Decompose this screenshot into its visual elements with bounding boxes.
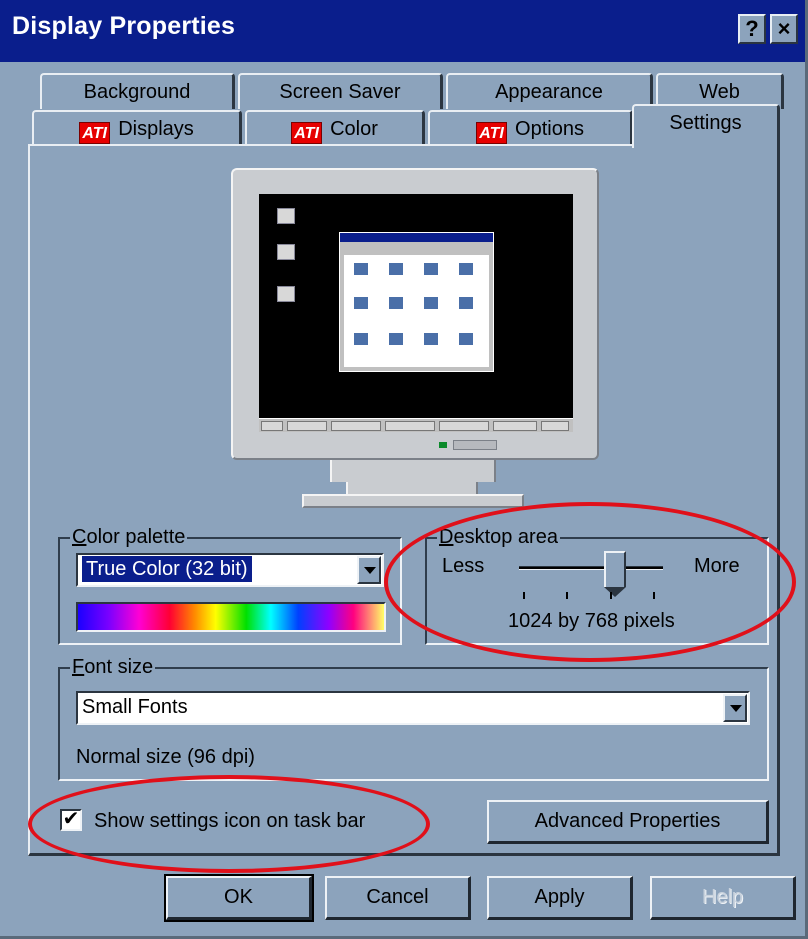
preview-folder-icon (389, 297, 403, 309)
preview-folder-icon (389, 333, 403, 345)
font-size-description: Normal size (96 dpi) (76, 746, 255, 768)
preview-folder-icon (424, 263, 438, 275)
font-size-value: Small Fonts (82, 696, 188, 718)
tab-options[interactable]: ATI Options (428, 110, 633, 146)
less-label: Less (442, 555, 485, 577)
slider-tick (610, 592, 612, 599)
chevron-down-icon[interactable] (357, 556, 381, 584)
tab-background[interactable]: Background (40, 73, 235, 109)
preview-tray (541, 421, 569, 431)
preview-taskbar (259, 418, 573, 432)
tab-appearance-label: Appearance (495, 81, 603, 103)
help-label: Help (701, 886, 744, 908)
preview-folder-icon (459, 333, 473, 345)
more-label: More (694, 555, 740, 577)
cancel-button[interactable]: Cancel (325, 876, 471, 920)
tab-background-label: Background (83, 81, 191, 103)
tab-settings-label: Settings (669, 112, 742, 134)
help-button-bottom: Help (650, 876, 796, 920)
ati-logo-icon: ATI (79, 122, 111, 144)
preview-task (385, 421, 435, 431)
preview-task (439, 421, 489, 431)
color-palette-label: Color palette (70, 526, 188, 548)
advanced-properties-button[interactable]: Advanced Properties (487, 800, 769, 844)
show-settings-icon-label[interactable]: Show settings icon on task bar (94, 810, 365, 832)
ati-logo-icon: ATI (291, 122, 323, 144)
font-size-select[interactable]: Small Fonts (76, 691, 750, 725)
tab-color-label: Color (330, 118, 378, 140)
ok-label: OK (224, 886, 253, 908)
tab-appearance[interactable]: Appearance (446, 73, 653, 109)
preview-folder-icon (354, 263, 368, 275)
preview-folder-icon (459, 263, 473, 275)
network-icon (277, 244, 295, 260)
font-size-label: Font size (70, 656, 156, 678)
preview-folder-icon (354, 333, 368, 345)
slider-tick (566, 592, 568, 599)
apply-button[interactable]: Apply (487, 876, 633, 920)
desktop-area-slider-track[interactable] (519, 566, 663, 570)
display-properties-window: Display Properties ? × Background Screen… (0, 0, 808, 939)
monitor-screen (259, 194, 573, 432)
preview-window-titlebar (340, 233, 493, 242)
my-computer-icon (277, 208, 295, 224)
tab-settings[interactable]: Settings (632, 104, 780, 148)
slider-tick (523, 592, 525, 599)
preview-folder-icon (459, 297, 473, 309)
color-spectrum-bar (76, 602, 386, 632)
close-button[interactable]: × (770, 14, 798, 44)
monitor-preview (231, 168, 599, 460)
desktop-area-label: Desktop area (437, 526, 560, 548)
title-bar[interactable]: Display Properties ? × (0, 0, 805, 62)
preview-start-button (261, 421, 283, 431)
monitor-button (453, 440, 497, 450)
show-settings-icon-checkbox[interactable]: ✔ (60, 809, 82, 831)
preview-folder-icon (424, 297, 438, 309)
chevron-down-icon[interactable] (723, 694, 747, 722)
preview-folder-icon (424, 333, 438, 345)
tab-options-label: Options (515, 118, 584, 140)
tab-displays[interactable]: ATI Displays (32, 110, 242, 146)
slider-tick (653, 592, 655, 599)
monitor-base (302, 494, 524, 508)
tab-color[interactable]: ATI Color (245, 110, 425, 146)
preview-folder-icon (354, 297, 368, 309)
tab-screen-saver-label: Screen Saver (279, 81, 401, 103)
tab-displays-label: Displays (118, 118, 194, 140)
window-title: Display Properties (12, 12, 236, 40)
desktop-area-slider-thumb[interactable] (604, 551, 626, 597)
resolution-text: 1024 by 768 pixels (508, 610, 675, 632)
ati-logo-icon: ATI (476, 122, 508, 144)
preview-window (339, 232, 494, 372)
help-button[interactable]: ? (738, 14, 766, 44)
monitor-neck (330, 460, 496, 482)
preview-folder-icon (389, 263, 403, 275)
color-palette-select[interactable]: True Color (32 bit) (76, 553, 384, 587)
apply-label: Apply (534, 886, 585, 908)
preview-window-body (344, 255, 489, 367)
preview-task (331, 421, 381, 431)
preview-task (493, 421, 537, 431)
cancel-label: Cancel (366, 886, 429, 908)
tab-screen-saver[interactable]: Screen Saver (238, 73, 443, 109)
preview-task (287, 421, 327, 431)
advanced-properties-label: Advanced Properties (534, 810, 721, 832)
ok-button[interactable]: OK (164, 874, 314, 922)
monitor-neck (346, 482, 478, 494)
color-palette-value: True Color (32 bit) (82, 556, 252, 582)
power-led (439, 442, 447, 448)
recycle-bin-icon (277, 286, 295, 302)
